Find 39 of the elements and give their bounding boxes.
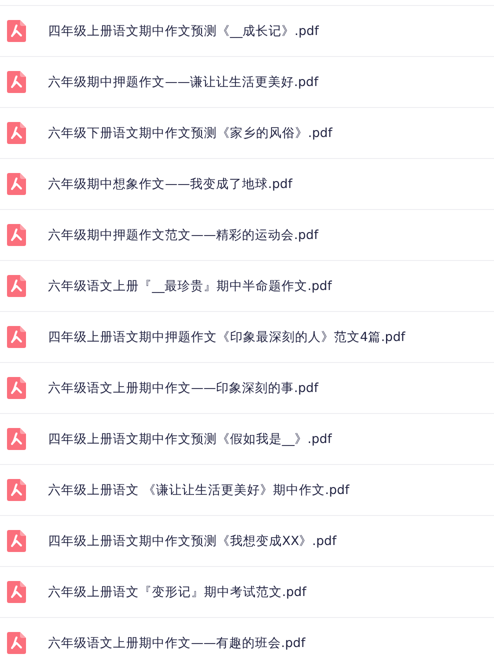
file-row[interactable]: 四年级上册语文期中作文预测《假如我是__》.pdf <box>0 413 494 464</box>
file-row[interactable]: 四年级上册语文期中押题作文《印象最深刻的人》范文4篇.pdf <box>0 311 494 362</box>
file-row[interactable]: 六年级期中押题作文——谦让让生活更美好.pdf <box>0 56 494 107</box>
file-row[interactable]: 六年级语文上册期中作文——印象深刻的事.pdf <box>0 362 494 413</box>
pdf-file-icon <box>7 632 26 654</box>
file-name: 六年级期中押题作文——谦让让生活更美好.pdf <box>48 74 318 90</box>
pdf-file-icon <box>7 275 26 297</box>
file-row[interactable]: 六年级下册语文期中作文预测《家乡的风俗》.pdf <box>0 107 494 158</box>
file-row[interactable]: 六年级语文上册期中作文——有趣的班会.pdf <box>0 617 494 662</box>
file-row[interactable]: 六年级期中押题作文范文——精彩的运动会.pdf <box>0 209 494 260</box>
file-name: 六年级语文上册期中作文——印象深刻的事.pdf <box>48 380 318 396</box>
file-name: 六年级上册语文『变形记』期中考试范文.pdf <box>48 584 306 600</box>
file-row[interactable]: 六年级上册语文 《谦让让生活更美好》期中作文.pdf <box>0 464 494 515</box>
file-row[interactable]: 六年级上册语文『变形记』期中考试范文.pdf <box>0 566 494 617</box>
pdf-file-icon <box>7 581 26 603</box>
pdf-file-icon <box>7 173 26 195</box>
pdf-file-icon <box>7 530 26 552</box>
file-name: 六年级期中押题作文范文——精彩的运动会.pdf <box>48 226 318 244</box>
file-row[interactable]: 四年级上册语文期中作文预测《我想变成XX》.pdf <box>0 515 494 566</box>
file-name: 六年级期中想象作文——我变成了地球.pdf <box>48 176 292 192</box>
file-name: 六年级下册语文期中作文预测《家乡的风俗》.pdf <box>48 124 332 142</box>
pdf-file-icon <box>7 224 26 246</box>
file-name: 四年级上册语文期中作文预测《__成长记》.pdf <box>48 22 319 40</box>
pdf-file-icon <box>7 479 26 501</box>
file-name: 四年级上册语文期中作文预测《假如我是__》.pdf <box>48 430 332 448</box>
file-row[interactable]: 六年级期中想象作文——我变成了地球.pdf <box>0 158 494 209</box>
file-name: 六年级语文上册期中作文——有趣的班会.pdf <box>48 634 306 652</box>
file-row[interactable]: 六年级语文上册『__最珍贵』期中半命题作文.pdf <box>0 260 494 311</box>
file-name: 六年级语文上册『__最珍贵』期中半命题作文.pdf <box>48 278 332 294</box>
file-name: 四年级上册语文期中作文预测《我想变成XX》.pdf <box>48 532 336 550</box>
pdf-file-icon <box>7 377 26 399</box>
pdf-file-icon <box>7 122 26 144</box>
pdf-file-icon <box>7 20 26 42</box>
pdf-file-icon <box>7 428 26 450</box>
file-name: 六年级上册语文 《谦让让生活更美好》期中作文.pdf <box>48 482 350 498</box>
pdf-file-icon <box>7 326 26 348</box>
pdf-file-icon <box>7 71 26 93</box>
file-name: 四年级上册语文期中押题作文《印象最深刻的人》范文4篇.pdf <box>48 328 406 346</box>
file-row[interactable]: 四年级上册语文期中作文预测《__成长记》.pdf <box>0 5 494 56</box>
